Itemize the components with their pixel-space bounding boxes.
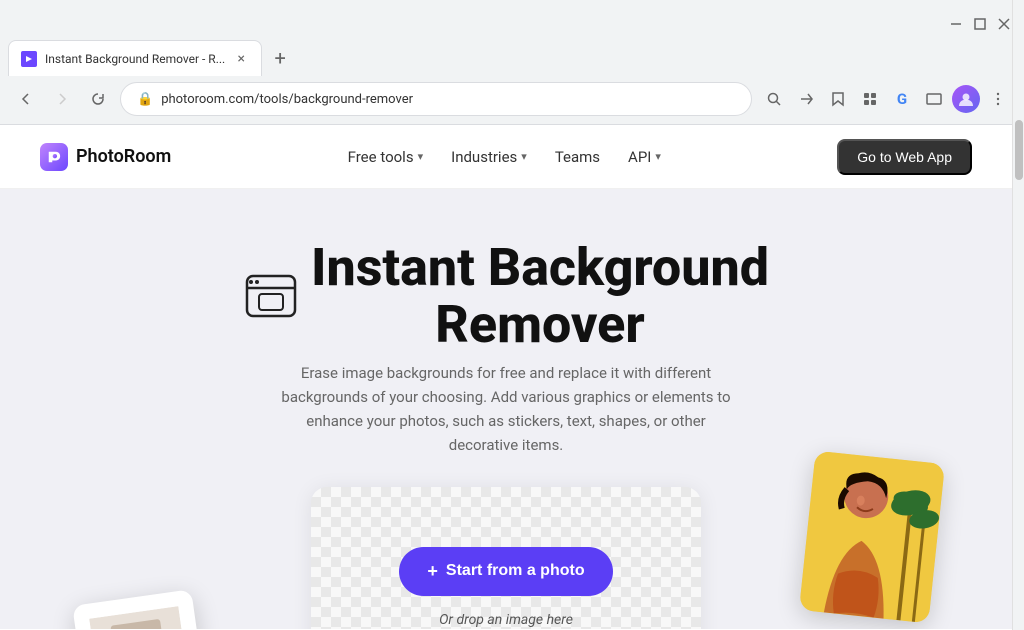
nav-api-chevron: ▾: [655, 150, 661, 163]
extensions-icon[interactable]: [856, 85, 884, 113]
menu-icon[interactable]: [984, 85, 1012, 113]
tab-title: Instant Background Remover - R...: [45, 52, 225, 66]
nav-api-label: API: [628, 148, 651, 166]
hero-section: Instant Background Remover Erase image b…: [0, 189, 1012, 629]
drop-label: Or drop an image here: [439, 612, 573, 628]
nav-free-tools-label: Free tools: [348, 148, 414, 166]
lock-icon: 🔒: [137, 92, 153, 107]
url-bar[interactable]: 🔒 photoroom.com/tools/background-remover: [120, 82, 752, 116]
tab-bar: Instant Background Remover - R... × +: [0, 40, 1024, 76]
woman-illustration: [799, 451, 945, 624]
nav-api[interactable]: API ▾: [618, 140, 671, 174]
new-tab-button[interactable]: +: [266, 44, 294, 72]
hero-title-text: Instant Background Remover: [311, 239, 769, 353]
search-icon[interactable]: [760, 85, 788, 113]
profile-avatar[interactable]: [952, 85, 980, 113]
drop-text: Or drop an image here: [439, 612, 573, 628]
upload-card[interactable]: + Start from a photo Or drop an image he…: [311, 487, 701, 629]
browser-chrome: Instant Background Remover - R... × + 🔒 …: [0, 0, 1024, 125]
nav-industries[interactable]: Industries ▾: [441, 140, 537, 174]
nav-links: Free tools ▾ Industries ▾ Teams API ▾: [338, 140, 671, 174]
nav-teams[interactable]: Teams: [545, 140, 610, 174]
nav-free-tools-chevron: ▾: [418, 150, 424, 163]
float-earrings-card: [72, 590, 208, 629]
nav-teams-label: Teams: [555, 148, 600, 166]
tab-favicon: [21, 51, 37, 67]
bookmark-icon[interactable]: [824, 85, 852, 113]
logo-icon: [40, 143, 68, 171]
hero-title-line1: Instant Background: [311, 237, 769, 298]
logo[interactable]: PhotoRoom: [40, 143, 171, 171]
reload-button[interactable]: [84, 85, 112, 113]
go-to-webapp-button[interactable]: Go to Web App: [837, 139, 972, 175]
float-woman-card: [799, 451, 945, 624]
google-account-icon[interactable]: G: [888, 85, 916, 113]
maximize-button[interactable]: [972, 16, 988, 32]
hero-subtitle: Erase image backgrounds for free and rep…: [276, 361, 736, 457]
window-controls[interactable]: [948, 16, 1012, 32]
forward-button[interactable]: [48, 85, 76, 113]
tab-close-button[interactable]: ×: [233, 51, 249, 67]
nav-free-tools[interactable]: Free tools ▾: [338, 140, 433, 174]
url-text: photoroom.com/tools/background-remover: [161, 92, 413, 107]
back-button[interactable]: [12, 85, 40, 113]
nav-industries-chevron: ▾: [521, 150, 527, 163]
website-content: PhotoRoom Free tools ▾ Industries ▾ Team…: [0, 125, 1024, 629]
navbar: PhotoRoom Free tools ▾ Industries ▾ Team…: [0, 125, 1012, 189]
active-tab[interactable]: Instant Background Remover - R... ×: [8, 40, 262, 76]
address-bar: 🔒 photoroom.com/tools/background-remover…: [0, 76, 1024, 125]
address-bar-icons: G: [760, 85, 1012, 113]
scrollbar[interactable]: [1012, 0, 1024, 630]
title-bar: [0, 0, 1024, 40]
start-btn-plus: +: [427, 561, 438, 582]
start-from-photo-button[interactable]: + Start from a photo: [399, 547, 612, 596]
share-icon[interactable]: [792, 85, 820, 113]
hero-title: Instant Background Remover: [243, 239, 769, 353]
nav-industries-label: Industries: [451, 148, 517, 166]
logo-text: PhotoRoom: [76, 146, 171, 167]
minimize-button[interactable]: [948, 16, 964, 32]
upload-container: + Start from a photo Or drop an image he…: [20, 487, 992, 629]
hero-title-line2: Remover: [435, 294, 645, 355]
close-button[interactable]: [996, 16, 1012, 32]
cast-icon[interactable]: [920, 85, 948, 113]
start-btn-label: Start from a photo: [446, 562, 585, 580]
earrings-illustration: [89, 607, 191, 629]
scrollbar-thumb[interactable]: [1015, 120, 1023, 180]
hero-title-icon: [243, 272, 299, 320]
